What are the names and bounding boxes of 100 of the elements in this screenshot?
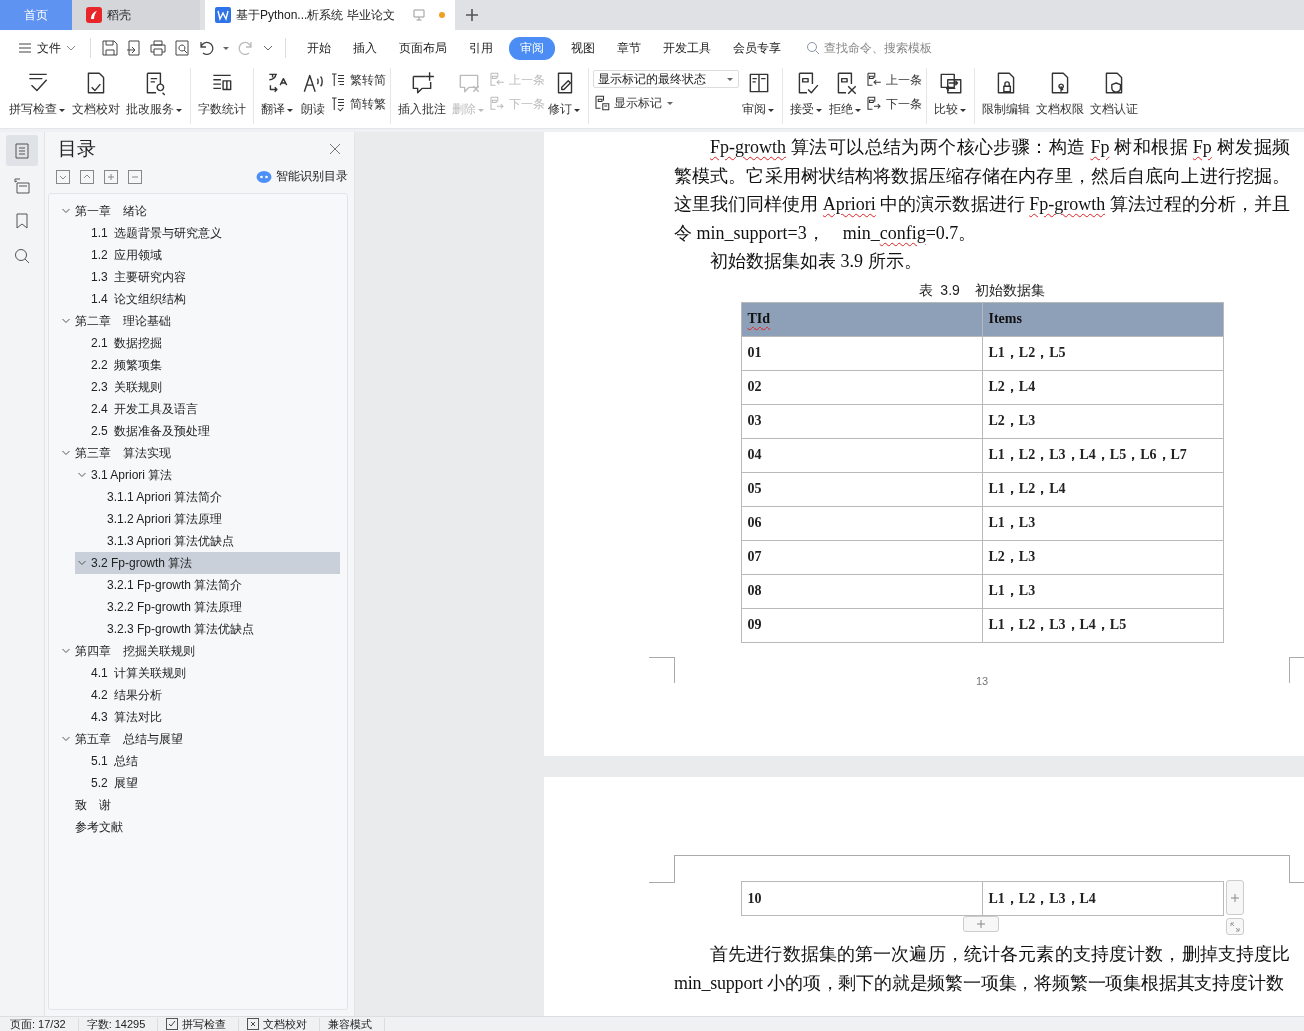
menu-icon (18, 41, 32, 55)
ribbon-tab[interactable]: 章节 (606, 36, 652, 60)
ribbon-button[interactable]: 比较 (931, 66, 970, 118)
outline-item[interactable]: 3.2 Fp-growth 算法 (75, 552, 340, 574)
monitor-icon[interactable] (411, 8, 426, 22)
plus-icon (1229, 892, 1240, 903)
status-text: 字数: 14295 (86, 1017, 159, 1031)
ribbon-button[interactable]: 插入批注 (395, 66, 449, 118)
document-logo-icon (215, 7, 231, 23)
ribbon-button[interactable]: 拼写检查 (6, 66, 69, 118)
outline-item[interactable]: 第五章 总结与展望 (59, 728, 340, 750)
ribbon-button[interactable]: 文档权限 (1033, 66, 1087, 118)
outline-item[interactable]: 1.2 应用领域 (75, 244, 340, 266)
outline-item[interactable]: 4.2 结果分析 (75, 684, 340, 706)
outline-item[interactable]: 1.1 选题背景与研究意义 (75, 222, 340, 244)
ribbon-tab[interactable]: 开始 (296, 36, 342, 60)
collapse-all-icon[interactable] (80, 169, 94, 184)
outline-item[interactable]: 3.1.3 Apriori 算法优缺点 (91, 530, 340, 552)
ribbon-button[interactable]: 文档校对 (69, 66, 123, 118)
add-heading-icon[interactable] (104, 169, 118, 184)
outline-item[interactable]: 3.2.3 Fp-growth 算法优缺点 (91, 618, 340, 640)
document-tab[interactable]: 基于Python...析系统 毕业论文 (205, 0, 455, 30)
ribbon-button[interactable]: 修订 (545, 66, 584, 118)
table-cell: L1，L2，L3，L4，L5 (982, 608, 1223, 643)
smart-toc-button[interactable]: 智能识别目录 (256, 168, 348, 185)
document-arrow-icon (488, 95, 506, 113)
outline-item[interactable]: 4.1 计算关联规则 (75, 662, 340, 684)
outline-item[interactable]: 2.3 关联规则 (75, 376, 340, 398)
add-row-button[interactable] (962, 916, 999, 932)
outline-item[interactable]: 3.1.1 Apriori 算法简介 (91, 486, 340, 508)
outline-item[interactable]: 4.3 算法对比 (75, 706, 340, 728)
outline-item[interactable]: 2.5 数据准备及预处理 (75, 420, 340, 442)
body-paragraph: Fp-growth 算法可以总结为两个核心步骤：构造 Fp 树和根据 Fp 树发掘频繁模式。它采用树状结构将数据压缩存储在内存里，然后自底向上进行挖掘。这里我们同样使用 Apriori 中的演示数据进行 Fp-growth 算法过程的分析，并且令 min_support=3， min_config=0.7。 (674, 136, 1290, 245)
ribbon-tab[interactable]: 会员专享 (722, 36, 792, 60)
table-cell: 01 (741, 336, 982, 371)
new-tab-icon[interactable] (465, 8, 479, 22)
ribbon-button[interactable]: 上一条 (865, 71, 922, 89)
ribbon-button[interactable]: 朗读 (297, 66, 329, 118)
outline-item[interactable]: 第一章 绪论 (59, 200, 340, 222)
caret-icon (61, 316, 71, 326)
undo-icon[interactable] (197, 39, 215, 57)
ribbon-button[interactable]: 审阅 (739, 66, 778, 118)
outline-item[interactable]: 2.1 数据挖掘 (75, 332, 340, 354)
outline-item[interactable]: 2.2 频繁项集 (75, 354, 340, 376)
file-menu[interactable]: 文件 (14, 39, 80, 57)
status-toggle[interactable]: 拼写检查 (166, 1017, 240, 1031)
print-icon[interactable] (149, 39, 167, 57)
caret-icon (726, 75, 734, 83)
ribbon-button[interactable]: 限制编辑 (979, 66, 1033, 118)
close-icon[interactable] (328, 142, 342, 156)
outline-item[interactable]: 第二章 理论基础 (59, 310, 340, 332)
outline-item[interactable]: 3.1.2 Apriori 算法原理 (91, 508, 340, 530)
outline-item[interactable]: 2.4 开发工具及语言 (75, 398, 340, 420)
ribbon-button[interactable]: 字数统计 (195, 66, 249, 118)
ribbon-button[interactable]: 文档认证 (1087, 66, 1141, 118)
outline-item[interactable]: 第四章 挖掘关联规则 (59, 640, 340, 662)
export-icon[interactable] (125, 39, 143, 57)
redo-icon[interactable] (237, 39, 255, 57)
save-icon[interactable] (101, 39, 119, 57)
outline-item[interactable]: 1.3 主要研究内容 (75, 266, 340, 288)
outline-item[interactable]: 5.2 展望 (75, 772, 340, 794)
expand-all-icon[interactable] (56, 169, 70, 184)
ribbon-tab[interactable]: 插入 (342, 36, 388, 60)
table-cell: 10 (741, 881, 982, 916)
remove-heading-icon[interactable] (128, 169, 142, 184)
ribbon-tab[interactable]: 视图 (560, 36, 606, 60)
print-preview-icon[interactable] (173, 39, 191, 57)
app-tab[interactable]: 稻壳 (72, 0, 200, 30)
show-markup-button[interactable]: 显示标记 (593, 94, 739, 112)
table-cell: 07 (741, 540, 982, 575)
document-arrow-icon (329, 95, 347, 113)
ribbon-button[interactable]: 拒绝 (826, 66, 865, 118)
status-toggle[interactable]: 文档校对 (247, 1017, 321, 1031)
checkbox-icon (166, 1018, 179, 1030)
table-cell: 04 (741, 438, 982, 473)
outline-item[interactable]: 1.4 论文组织结构 (75, 288, 340, 310)
resize-handle[interactable] (1225, 918, 1244, 935)
ribbon-tab[interactable]: 引用 (458, 36, 504, 60)
ribbon-button[interactable]: 简转繁 (329, 95, 386, 113)
ribbon-button[interactable]: 繁转简 (329, 71, 386, 89)
app-logo-icon (86, 7, 102, 23)
outline-item[interactable]: 第三章 算法实现 (59, 442, 340, 464)
status-text: 兼容模式 (328, 1017, 386, 1031)
ribbon-button[interactable]: 翻译 (258, 66, 297, 118)
ribbon-button[interactable]: 批改服务 (123, 66, 186, 118)
outline-item[interactable]: 3.2.1 Fp-growth 算法简介 (91, 574, 340, 596)
outline-item[interactable]: 5.1 总结 (75, 750, 340, 772)
command-search-field[interactable]: 查找命令、搜索模板 (806, 40, 966, 56)
outline-item[interactable]: 3.1 Apriori 算法 (75, 464, 340, 486)
ribbon-button[interactable]: 接受 (787, 66, 826, 118)
table-cell: 08 (741, 574, 982, 609)
outline-button[interactable] (6, 135, 38, 166)
ribbon-tab[interactable]: 开发工具 (652, 36, 722, 60)
ribbon-button[interactable]: 下一条 (865, 95, 922, 113)
outline-item[interactable]: 参考文献 (59, 816, 340, 838)
add-column-button[interactable] (1225, 880, 1244, 915)
markup-mode-dropdown[interactable]: 显示标记的最终状态 (593, 70, 739, 88)
ribbon-tab[interactable]: 页面布局 (388, 36, 458, 60)
outline-item[interactable]: 致 谢 (59, 794, 340, 816)
outline-item[interactable]: 3.2.2 Fp-growth 算法原理 (91, 596, 340, 618)
